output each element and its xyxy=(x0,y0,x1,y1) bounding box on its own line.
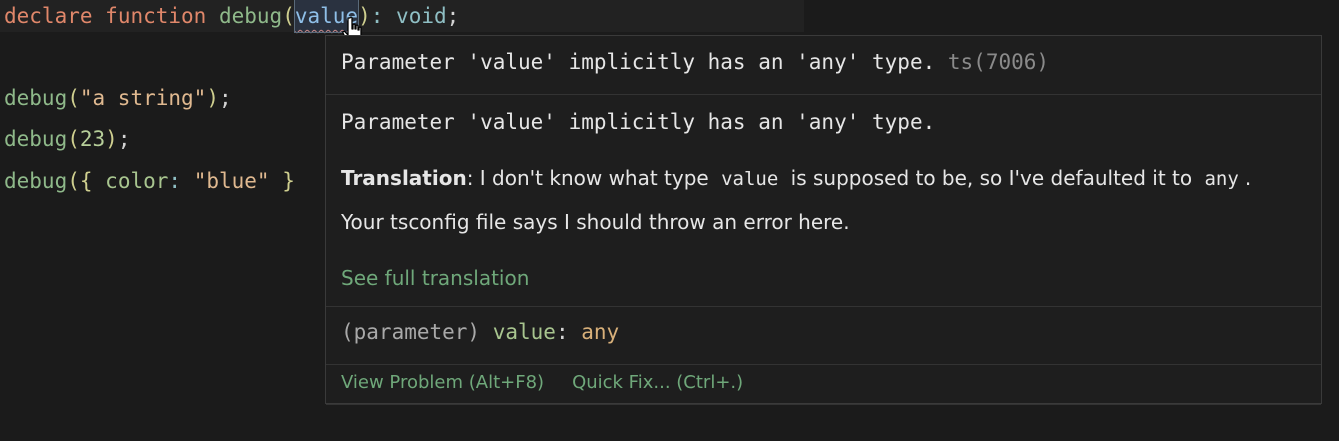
translation-section: Parameter 'value' implicitly has an 'any… xyxy=(326,94,1321,307)
string-value: "blue" xyxy=(193,169,270,193)
keyword-declare: declare xyxy=(4,4,93,28)
translation-line-1: Translation: I don't know what type valu… xyxy=(341,166,1251,190)
actions-section: View Problem (Alt+F8) Quick Fix... (Ctrl+… xyxy=(326,364,1321,405)
open-paren: ( xyxy=(67,86,80,110)
colon: : xyxy=(168,169,182,193)
diagnostic-text: Parameter 'value' implicitly has an 'any… xyxy=(341,50,936,74)
hover-tooltip: Parameter 'value' implicitly has an 'any… xyxy=(325,35,1322,405)
number-argument: 23 xyxy=(79,127,106,151)
view-problem-link[interactable]: View Problem (Alt+F8) xyxy=(341,372,544,393)
colon: : xyxy=(370,4,384,28)
parameter-signature: (parameter) value: any xyxy=(341,320,619,344)
code-editor[interactable]: declare function debug(value): void; deb… xyxy=(0,0,1339,441)
quick-fix-link[interactable]: Quick Fix... (Ctrl+.) xyxy=(572,372,743,393)
see-full-translation-link[interactable]: See full translation xyxy=(341,266,529,290)
translation-text-1: : I don't know what type xyxy=(466,166,709,190)
function-call: debug xyxy=(4,127,68,151)
keyword-function: function xyxy=(105,4,207,28)
object-property: color xyxy=(105,169,169,193)
return-type: void xyxy=(396,4,447,28)
signature-section: (parameter) value: any xyxy=(326,306,1321,365)
close-paren: ) xyxy=(206,86,219,110)
translation-text-3: . xyxy=(1244,166,1252,190)
action-bar: View Problem (Alt+F8) Quick Fix... (Ctrl+… xyxy=(341,372,743,393)
inline-code-value: value xyxy=(721,168,779,190)
translation-text-2: is supposed to be, so I've defaulted it … xyxy=(790,166,1193,190)
open-paren: ( xyxy=(282,4,295,28)
signature-colon: : xyxy=(555,320,569,344)
code-line-1[interactable]: declare function debug(value): void; xyxy=(0,0,804,33)
code-line-3[interactable]: debug("a string"); xyxy=(4,82,232,114)
code-line-5[interactable]: debug({ color: "blue" } xyxy=(4,165,295,197)
code-line-4[interactable]: debug(23); xyxy=(4,123,130,155)
semicolon: ; xyxy=(117,127,131,151)
signature-kind: (parameter) xyxy=(341,320,481,344)
detail-message: Parameter 'value' implicitly has an 'any… xyxy=(341,110,936,134)
close-brace: } xyxy=(282,169,295,193)
translation-line-2: Your tsconfig file says I should throw a… xyxy=(341,210,850,234)
close-paren: ) xyxy=(105,127,118,151)
function-name: debug xyxy=(218,4,283,28)
semicolon: ; xyxy=(446,4,460,28)
signature-name: value xyxy=(492,320,556,344)
translation-label: Translation xyxy=(341,166,467,190)
inline-code-any: any xyxy=(1204,168,1239,190)
diagnostic-message: Parameter 'value' implicitly has an 'any… xyxy=(341,50,1049,74)
function-call: debug xyxy=(4,169,68,193)
diagnostic-code: ts(7006) xyxy=(947,50,1050,74)
function-call: debug xyxy=(4,86,68,110)
signature-type: any xyxy=(581,320,620,344)
open-paren: ( xyxy=(67,127,80,151)
diagnostic-section: Parameter 'value' implicitly has an 'any… xyxy=(326,36,1321,95)
string-argument: "a string" xyxy=(79,86,207,110)
semicolon: ; xyxy=(218,86,232,110)
open-brace: ({ xyxy=(67,169,93,193)
